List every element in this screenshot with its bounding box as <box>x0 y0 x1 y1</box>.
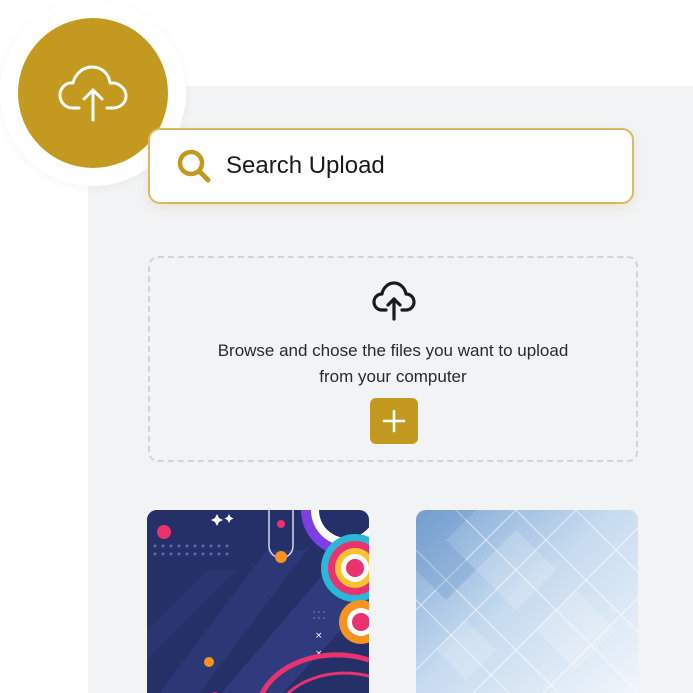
blue-light-thumbnail[interactable] <box>416 510 638 693</box>
cloud-upload-icon <box>372 281 416 321</box>
dropzone-instructions: Browse and chose the files you want to u… <box>170 338 616 390</box>
cloud-upload-icon <box>58 65 128 122</box>
add-file-button[interactable] <box>370 398 418 444</box>
badge-circle <box>18 18 168 168</box>
abstract-geometric-image: × × <box>147 510 369 693</box>
search-icon <box>177 149 211 183</box>
dropzone-line-1: Browse and chose the files you want to u… <box>217 341 569 360</box>
dropzone-line-2: from your computer <box>319 367 467 386</box>
svg-text:×: × <box>315 631 323 641</box>
abstract-geometric-thumbnail[interactable]: × × <box>147 510 369 693</box>
search-input[interactable] <box>226 152 606 180</box>
upload-screen: Browse and chose the files you want to u… <box>0 0 693 693</box>
file-dropzone[interactable]: Browse and chose the files you want to u… <box>148 256 638 462</box>
search-bar[interactable] <box>148 128 634 204</box>
blue-light-image <box>416 510 638 693</box>
plus-icon <box>382 409 406 433</box>
